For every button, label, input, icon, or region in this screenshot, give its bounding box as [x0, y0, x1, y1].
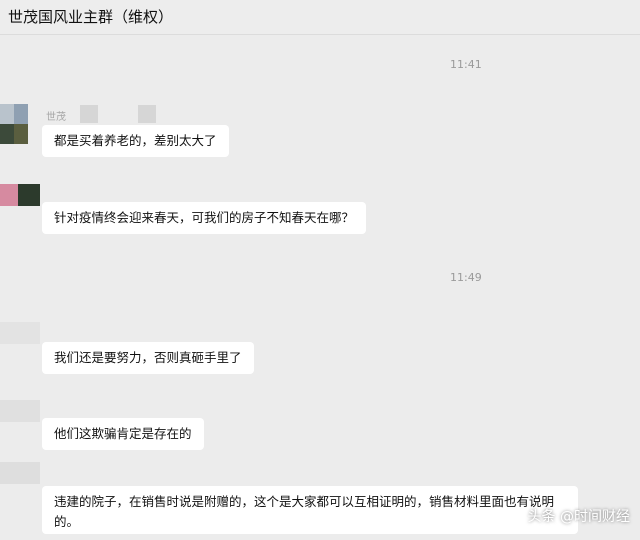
message-bubble[interactable]: 违建的院子，在销售时说是附赠的，这个是大家都可以互相证明的，销售材料里面也有说明…: [42, 486, 578, 534]
message-text: 针对疫情终会迎来春天，可我们的房子不知春天在哪？: [54, 210, 355, 225]
watermark: 头条 @时间财经: [527, 509, 630, 525]
avatar[interactable]: [0, 104, 40, 144]
avatar[interactable]: [0, 400, 40, 422]
message-text: 我们还是要努力，否则真砸手里了: [54, 350, 242, 365]
avatar[interactable]: [0, 184, 40, 206]
message-bubble[interactable]: 针对疫情终会迎来春天，可我们的房子不知春天在哪？: [42, 202, 367, 234]
chat-title: 世茂国风业主群（维权）: [8, 8, 174, 26]
blurred-name-block: [80, 105, 98, 123]
timestamp-2: 11:49: [450, 271, 482, 284]
message-text: 违建的院子，在销售时说是附赠的，这个是大家都可以互相证明的，销售材料里面也有说明…: [54, 494, 555, 529]
chat-header: 世茂国风业主群（维权）: [0, 0, 640, 35]
message-bubble[interactable]: 都是买着养老的，差别太大了: [42, 125, 229, 157]
timestamp-1: 11:41: [450, 58, 482, 71]
avatar[interactable]: [0, 462, 40, 484]
message-bubble[interactable]: 他们这欺骗肯定是存在的: [42, 418, 204, 450]
message-bubble[interactable]: 我们还是要努力，否则真砸手里了: [42, 342, 254, 374]
blurred-name-block: [138, 105, 156, 123]
message-text: 他们这欺骗肯定是存在的: [54, 426, 192, 441]
message-text: 都是买着养老的，差别太大了: [54, 133, 217, 148]
avatar[interactable]: [0, 322, 40, 344]
sender-name: 世茂: [46, 112, 66, 123]
